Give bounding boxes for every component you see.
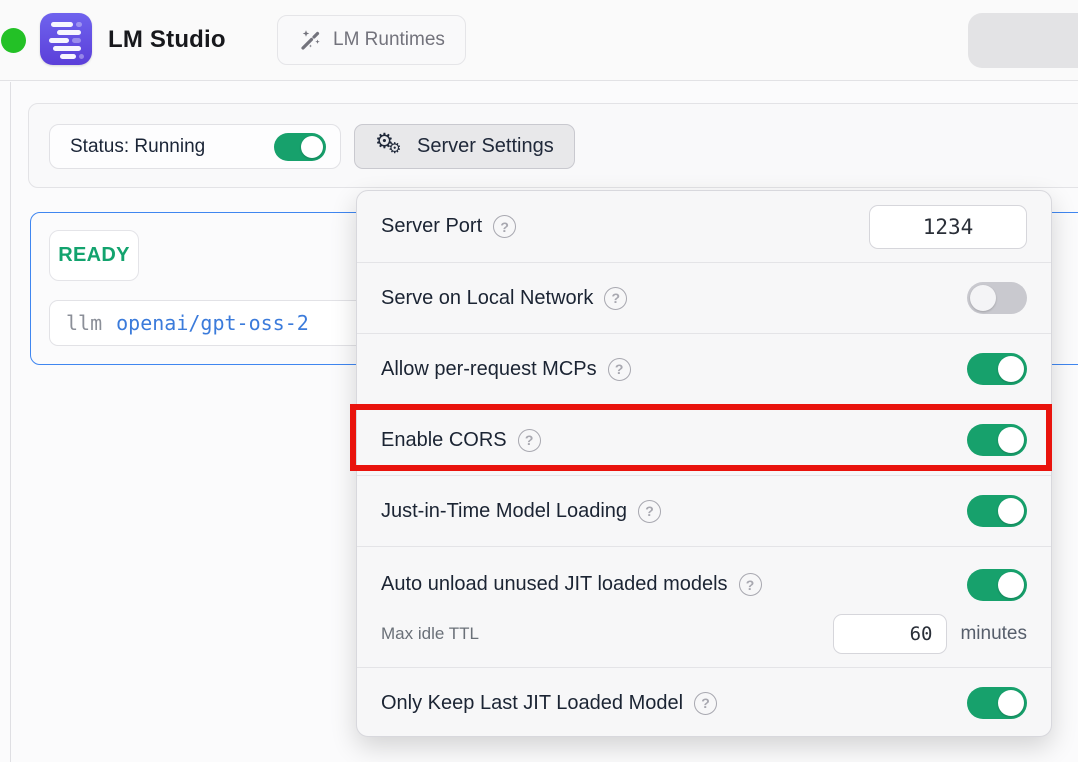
help-icon[interactable]: ? bbox=[604, 287, 627, 310]
setting-row-server-port: Server Port ? 1234 bbox=[357, 191, 1051, 262]
enable-cors-label: Enable CORS bbox=[381, 429, 507, 452]
toggle-knob bbox=[998, 572, 1024, 598]
help-icon[interactable]: ? bbox=[608, 358, 631, 381]
setting-row-auto-unload: Auto unload unused JIT loaded models ? M… bbox=[357, 546, 1051, 667]
app-title: LM Studio bbox=[108, 26, 226, 54]
jit-loading-label: Just-in-Time Model Loading bbox=[381, 500, 627, 523]
server-settings-label: Server Settings bbox=[417, 135, 554, 158]
status-label: Status: Running bbox=[70, 136, 205, 158]
content-left-border bbox=[10, 82, 11, 762]
toggle-knob bbox=[301, 136, 323, 158]
help-icon[interactable]: ? bbox=[694, 692, 717, 715]
window-control-placeholder[interactable] bbox=[968, 13, 1078, 68]
server-port-label: Server Port bbox=[381, 215, 482, 238]
local-network-label: Serve on Local Network bbox=[381, 287, 593, 310]
toggle-knob bbox=[998, 356, 1024, 382]
help-icon[interactable]: ? bbox=[493, 215, 516, 238]
lm-runtimes-label: LM Runtimes bbox=[333, 29, 445, 51]
per-request-mcps-label: Allow per-request MCPs bbox=[381, 358, 597, 381]
help-icon[interactable]: ? bbox=[518, 429, 541, 452]
jit-loading-toggle[interactable] bbox=[967, 495, 1027, 527]
auto-unload-label: Auto unload unused JIT loaded models bbox=[381, 573, 728, 596]
max-idle-ttl-label: Max idle TTL bbox=[381, 624, 479, 644]
server-settings-button[interactable]: ⚙⚙ Server Settings bbox=[354, 124, 575, 169]
toggle-knob bbox=[998, 690, 1024, 716]
app-header: LM Studio LM Runtimes bbox=[0, 0, 1078, 81]
gears-icon: ⚙⚙ bbox=[375, 132, 405, 162]
lm-studio-logo-icon bbox=[40, 13, 92, 65]
enable-cors-toggle[interactable] bbox=[967, 424, 1027, 456]
max-idle-ttl-subrow: Max idle TTL 60 minutes bbox=[357, 610, 1051, 667]
toggle-knob bbox=[998, 427, 1024, 453]
status-pill: Status: Running bbox=[49, 124, 341, 169]
model-id-label: openai/gpt-oss-2 bbox=[116, 311, 309, 335]
keep-last-jit-toggle[interactable] bbox=[967, 687, 1027, 719]
max-idle-ttl-input[interactable]: 60 bbox=[833, 614, 947, 654]
lm-runtimes-button[interactable]: LM Runtimes bbox=[277, 15, 466, 65]
ready-status-badge: READY bbox=[49, 230, 139, 281]
keep-last-jit-label: Only Keep Last JIT Loaded Model bbox=[381, 692, 683, 715]
setting-row-keep-last-jit: Only Keep Last JIT Loaded Model ? bbox=[357, 667, 1051, 737]
toggle-knob bbox=[970, 285, 996, 311]
toggle-knob bbox=[998, 498, 1024, 524]
local-network-toggle[interactable] bbox=[967, 282, 1027, 314]
server-port-input[interactable]: 1234 bbox=[869, 205, 1027, 249]
server-status-toggle[interactable] bbox=[274, 133, 326, 161]
setting-row-per-request-mcps: Allow per-request MCPs ? bbox=[357, 333, 1051, 404]
setting-row-local-network: Serve on Local Network ? bbox=[357, 262, 1051, 333]
help-icon[interactable]: ? bbox=[638, 500, 661, 523]
help-icon[interactable]: ? bbox=[739, 573, 762, 596]
server-toolbar: Status: Running ⚙⚙ Server Settings bbox=[28, 103, 1078, 188]
per-request-mcps-toggle[interactable] bbox=[967, 353, 1027, 385]
magic-wand-icon bbox=[298, 28, 322, 52]
model-type-label: llm bbox=[66, 311, 102, 335]
server-settings-panel: Server Port ? 1234 Serve on Local Networ… bbox=[356, 190, 1052, 737]
minutes-unit-label: minutes bbox=[960, 623, 1027, 645]
auto-unload-toggle[interactable] bbox=[967, 569, 1027, 601]
status-dot-icon bbox=[1, 28, 26, 53]
setting-row-jit-loading: Just-in-Time Model Loading ? bbox=[357, 475, 1051, 546]
setting-row-enable-cors: Enable CORS ? bbox=[357, 404, 1051, 475]
